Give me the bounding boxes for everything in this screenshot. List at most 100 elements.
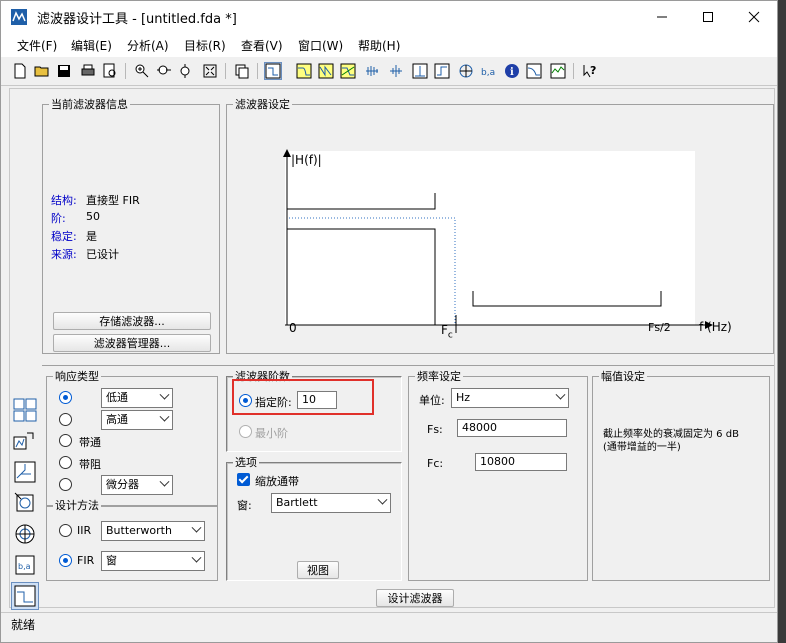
magnitude-estimate-icon[interactable] — [525, 62, 543, 80]
spec-panel: 滤波器设定 |H(f)| 0 Fc Fs/2 f (Hz) — [226, 98, 774, 354]
full-view-icon[interactable] — [201, 62, 219, 80]
zoom-y-icon[interactable] — [177, 62, 195, 80]
menu-view[interactable]: 查看(V) — [241, 37, 283, 54]
minimum-order-label: 最小阶 — [255, 427, 288, 440]
frequency-title: 频率设定 — [415, 370, 463, 383]
multirate-icon[interactable] — [11, 520, 39, 548]
fc-label: Fc: — [427, 457, 444, 470]
save-icon[interactable] — [55, 62, 73, 80]
zoom-x-icon[interactable] — [155, 62, 173, 80]
magnitude-note-line2: (通带增益的一半) — [603, 442, 681, 453]
response-type-panel: 响应类型 低通 高通 带通 带阻 微分器 — [46, 370, 218, 507]
svg-text:b,a: b,a — [18, 562, 31, 571]
step-icon[interactable] — [433, 62, 451, 80]
fs-input[interactable]: 48000 — [457, 419, 567, 437]
menu-help[interactable]: 帮助(H) — [358, 37, 400, 54]
filter-import-icon[interactable] — [11, 489, 39, 517]
scale-passband-label: 缩放通带 — [255, 475, 299, 488]
highlight-box — [232, 379, 374, 415]
toolbar: b,a i ? — [1, 58, 777, 86]
order-value: 50 — [86, 210, 100, 223]
phase-delay-icon[interactable] — [387, 62, 405, 80]
highpass-select[interactable]: 高通 — [101, 410, 173, 430]
magnitude-icon[interactable] — [295, 62, 313, 80]
bandstop-radio[interactable] — [59, 456, 72, 469]
impulse-icon[interactable] — [411, 62, 429, 80]
lowpass-select[interactable]: 低通 — [101, 388, 173, 408]
unit-label: 单位: — [419, 394, 445, 407]
minimum-order-radio[interactable] — [239, 425, 252, 438]
maximize-icon — [703, 12, 713, 22]
window-title: 滤波器设计工具 - [untitled.fda *] — [37, 12, 237, 27]
fir-radio[interactable] — [59, 554, 72, 567]
transform-filter-icon[interactable] — [11, 396, 39, 424]
options-panel: 选项 缩放通带 窗: Bartlett 视图 — [226, 456, 402, 581]
scale-passband-checkbox[interactable] — [237, 473, 250, 486]
fc-input[interactable]: 10800 — [475, 453, 567, 471]
open-folder-icon[interactable] — [33, 62, 51, 80]
copy-icon[interactable] — [233, 62, 251, 80]
coefficient-import-icon[interactable]: b,a — [11, 551, 39, 579]
design-filter-mode-icon[interactable] — [11, 582, 39, 610]
pole-zero-icon[interactable] — [457, 62, 475, 80]
quantize-icon[interactable] — [11, 427, 39, 455]
close-icon — [748, 11, 760, 23]
print-icon[interactable] — [79, 62, 97, 80]
app-window: 滤波器设计工具 - [untitled.fda *] 文件(F) 编辑(E) 分… — [0, 0, 778, 643]
window-select[interactable]: Bartlett — [271, 493, 391, 513]
view-button[interactable]: 视图 — [297, 561, 339, 579]
title-bar: 滤波器设计工具 - [untitled.fda *] — [1, 1, 777, 33]
window-label: 窗: — [237, 499, 252, 512]
iir-radio[interactable] — [59, 524, 72, 537]
design-filter-button[interactable]: 设计滤波器 — [376, 589, 454, 607]
phase-icon[interactable] — [317, 62, 335, 80]
filter-manager-button[interactable]: 滤波器管理器... — [53, 334, 211, 352]
stable-label: 稳定: — [51, 230, 77, 243]
menu-edit[interactable]: 编辑(E) — [71, 37, 112, 54]
info-panel-title: 当前滤波器信息 — [49, 98, 130, 111]
info-icon[interactable]: i — [503, 62, 521, 80]
fir-label: FIR — [77, 554, 95, 567]
x-axis-label: f (Hz) — [699, 320, 732, 334]
y-axis-label: |H(f)| — [291, 153, 322, 167]
highpass-radio[interactable] — [59, 413, 72, 426]
print-preview-icon[interactable] — [101, 62, 119, 80]
svg-text:?: ? — [590, 64, 596, 77]
noise-power-icon[interactable] — [549, 62, 567, 80]
iir-method-select[interactable]: Butterworth — [101, 521, 205, 541]
menu-targets[interactable]: 目标(R) — [184, 37, 226, 54]
response-type-title: 响应类型 — [53, 370, 101, 383]
unit-select[interactable]: Hz — [451, 388, 569, 408]
minimize-button[interactable] — [639, 1, 685, 33]
menu-window[interactable]: 窗口(W) — [298, 37, 343, 54]
new-file-icon[interactable] — [11, 62, 29, 80]
source-value: 已设计 — [86, 248, 119, 261]
menu-file[interactable]: 文件(F) — [17, 37, 57, 54]
bandstop-label: 带阻 — [79, 458, 101, 471]
close-button[interactable] — [731, 1, 777, 33]
status-text: 就绪 — [11, 618, 36, 632]
differentiator-select[interactable]: 微分器 — [101, 475, 173, 495]
info-panel: 当前滤波器信息 结构: 直接型 FIR 阶: 50 稳定: 是 来源: 已设计 … — [42, 98, 220, 354]
filter-specs-icon[interactable] — [264, 62, 282, 80]
status-bar: 就绪 — [1, 612, 777, 634]
maximize-button[interactable] — [685, 1, 731, 33]
help-icon[interactable]: ? — [581, 62, 599, 80]
pole-zero-editor-icon[interactable] — [11, 458, 39, 486]
menu-analysis[interactable]: 分析(A) — [127, 37, 169, 54]
design-method-panel: 设计方法 IIR Butterworth FIR 窗 — [46, 499, 218, 581]
svg-text:i: i — [510, 67, 514, 78]
bandpass-radio[interactable] — [59, 434, 72, 447]
differentiator-radio[interactable] — [59, 478, 72, 491]
menu-bar: 文件(F) 编辑(E) 分析(A) 目标(R) 查看(V) 窗口(W) 帮助(H… — [1, 33, 777, 57]
store-filter-button[interactable]: 存储滤波器... — [53, 312, 211, 330]
group-delay-icon[interactable] — [363, 62, 381, 80]
main-panel: 当前滤波器信息 结构: 直接型 FIR 阶: 50 稳定: 是 来源: 已设计 … — [9, 88, 775, 608]
structure-label: 结构: — [51, 194, 77, 207]
coefficients-icon[interactable]: b,a — [479, 62, 497, 80]
lowpass-radio[interactable] — [59, 391, 72, 404]
fir-method-select[interactable]: 窗 — [101, 551, 205, 571]
magnitude-panel: 幅值设定 截止频率处的衰减固定为 6 dB (通带增益的一半) — [592, 370, 770, 581]
zoom-in-icon[interactable] — [133, 62, 151, 80]
magnitude-phase-icon[interactable] — [339, 62, 357, 80]
